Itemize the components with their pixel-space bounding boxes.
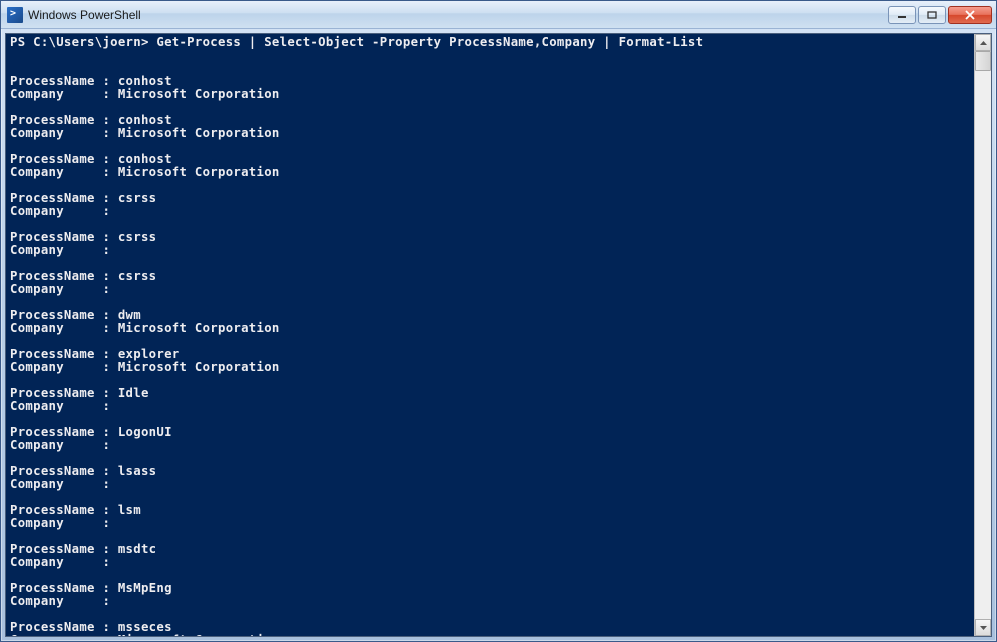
window-controls [888,6,992,24]
vertical-scrollbar[interactable] [974,34,991,636]
close-icon [964,10,976,20]
titlebar[interactable]: Windows PowerShell [1,1,996,29]
scroll-down-button[interactable] [975,619,991,636]
scroll-thumb[interactable] [975,51,991,71]
scroll-track[interactable] [975,51,991,619]
chevron-up-icon [979,40,988,46]
powershell-window: Windows PowerShell PS C:\Users\joern> Ge… [0,0,997,642]
maximize-icon [927,11,937,19]
close-button[interactable] [948,6,992,24]
console-output[interactable]: PS C:\Users\joern> Get-Process | Select-… [6,34,974,636]
console-area: PS C:\Users\joern> Get-Process | Select-… [5,33,992,637]
maximize-button[interactable] [918,6,946,24]
chevron-down-icon [979,625,988,631]
minimize-button[interactable] [888,6,916,24]
window-title: Windows PowerShell [28,7,888,23]
powershell-icon [7,7,23,23]
scroll-up-button[interactable] [975,34,991,51]
minimize-icon [897,11,907,19]
